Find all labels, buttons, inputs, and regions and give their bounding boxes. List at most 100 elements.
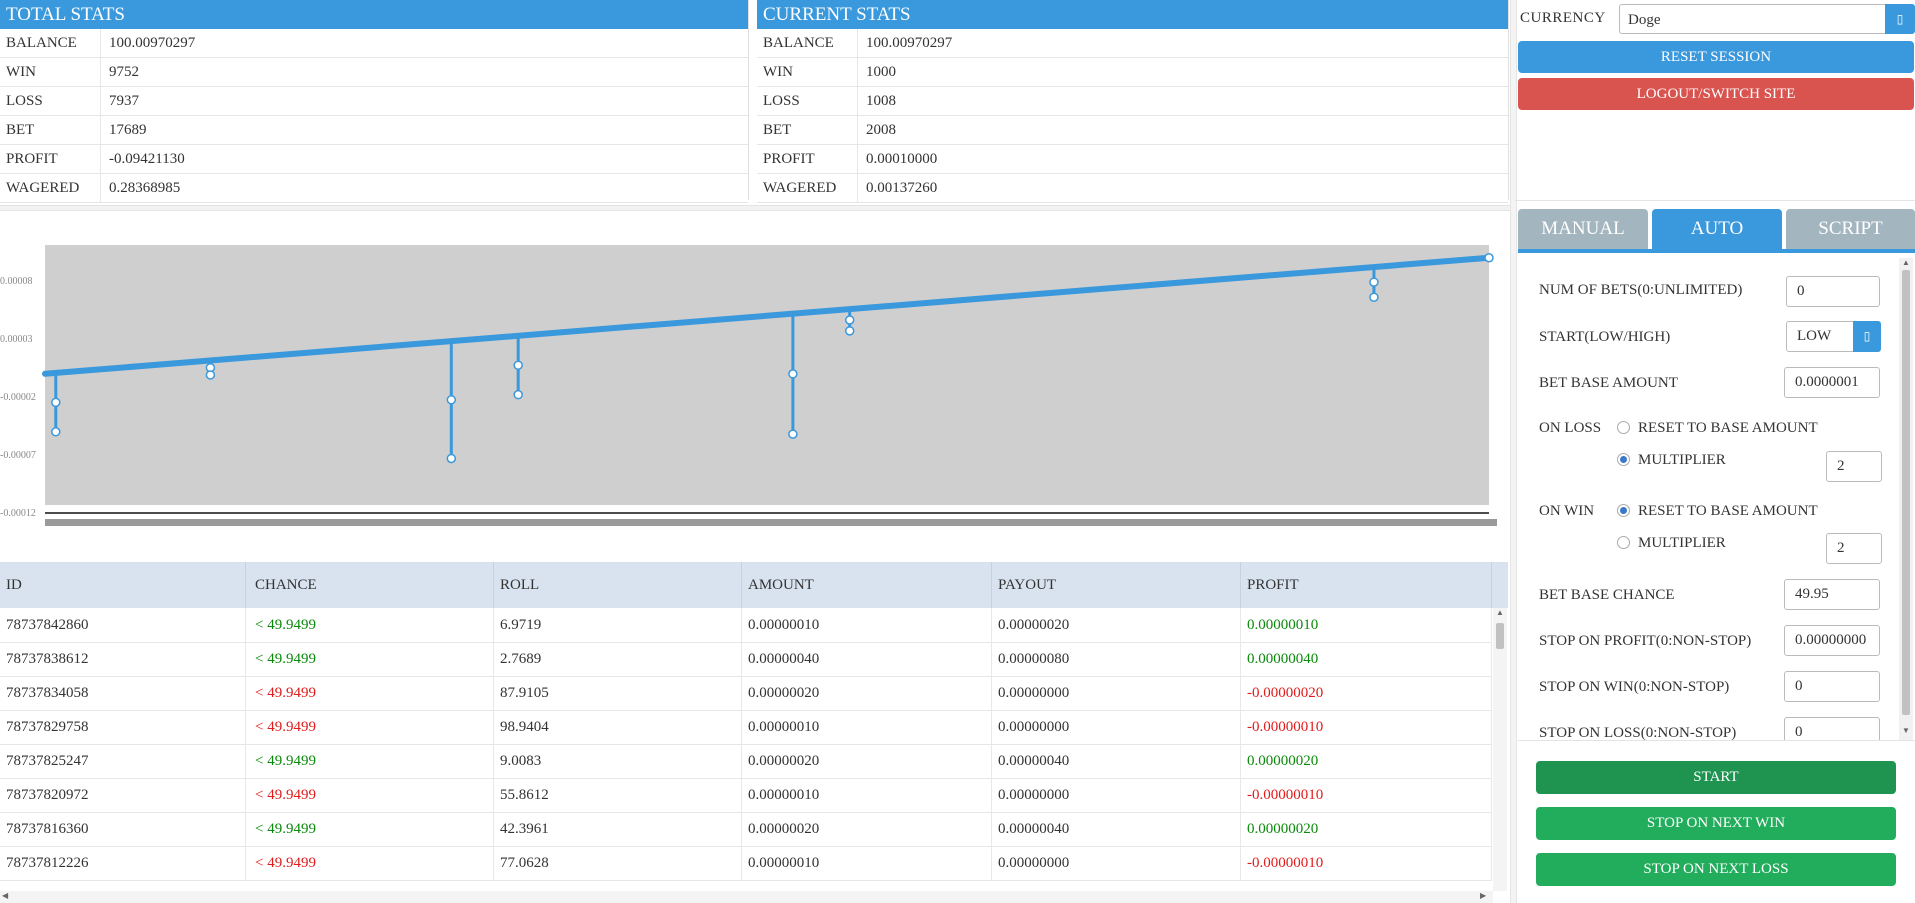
square-icon[interactable]: ▯ (1885, 4, 1915, 34)
base-amount-label: BET BASE AMOUNT (1539, 375, 1678, 391)
on-loss-multiplier-input[interactable]: 2 (1826, 451, 1882, 482)
chart-point (788, 429, 798, 439)
on-loss-reset-radio[interactable] (1617, 421, 1630, 434)
chart-point (844, 315, 855, 325)
on-win-reset-label[interactable]: RESET TO BASE AMOUNT (1638, 503, 1818, 520)
chart-point (205, 370, 216, 380)
stats-row-balance: BALANCE 100.00970297 (757, 29, 1508, 58)
header-chance[interactable]: CHANCE (246, 562, 494, 608)
cell-chance: < 49.9499 (246, 676, 494, 710)
cell-chance: < 49.9499 (246, 608, 494, 642)
total-stats-title: TOTAL STATS (0, 0, 748, 29)
stats-label: WIN (757, 58, 858, 86)
stats-row-profit: PROFIT -0.09421130 (0, 145, 748, 174)
on-win-multiplier-input[interactable]: 2 (1826, 533, 1882, 564)
horizontal-divider[interactable] (0, 205, 1510, 211)
stats-label: PROFIT (0, 145, 101, 173)
table-row[interactable]: 78737816360 < 49.9499 42.3961 0.00000020 0.0… (0, 812, 1492, 847)
profit-chart: 0.00008 0.00003 -0.00002 -0.00007 -0.00012 (0, 245, 1497, 526)
table-row[interactable]: 78737838612 < 49.9499 2.7689 0.00000040 0.00… (0, 642, 1492, 677)
bets-table-header: ID CHANCE ROLL AMOUNT PAYOUT PROFIT (0, 562, 1508, 608)
header-amount[interactable]: AMOUNT (742, 562, 992, 608)
stats-label: BALANCE (0, 29, 101, 57)
table-row[interactable]: 78737829758 < 49.9499 98.9404 0.00000010 0.0… (0, 710, 1492, 745)
currency-select[interactable]: Doge (1619, 4, 1889, 34)
num-bets-label: NUM OF BETS(0:UNLIMITED) (1539, 282, 1743, 298)
cell-roll: 6.9719 (494, 608, 742, 642)
auto-panel-scroll-thumb[interactable] (1902, 270, 1910, 715)
stats-value: 7937 (109, 93, 139, 109)
table-row[interactable]: 78737820972 < 49.9499 55.8612 0.00000010 0.0… (0, 778, 1492, 813)
stats-label: WAGERED (0, 174, 101, 202)
stop-on-next-win-button[interactable]: STOP ON NEXT WIN (1536, 807, 1896, 840)
stats-label: BET (757, 116, 858, 144)
start-select[interactable]: LOW (1786, 321, 1856, 352)
scroll-up-icon[interactable]: ▲ (1902, 258, 1910, 267)
header-roll[interactable]: ROLL (494, 562, 742, 608)
chart-plot-area (45, 245, 1489, 505)
table-row[interactable]: 78737834058 < 49.9499 87.9105 0.00000020 0.0… (0, 676, 1492, 711)
start-button[interactable]: START (1536, 761, 1896, 794)
scroll-right-icon[interactable]: ▶ (1480, 891, 1486, 900)
scroll-down-icon[interactable]: ▼ (1902, 726, 1910, 735)
cell-id: 78737829758 (0, 710, 246, 744)
header-profit[interactable]: PROFIT (1241, 562, 1492, 608)
stats-value: 17689 (109, 122, 147, 138)
stats-value: -0.09421130 (109, 151, 185, 167)
stop-loss-input[interactable]: 0 (1784, 717, 1880, 741)
logout-switch-site-button[interactable]: LOGOUT/SWITCH SITE (1518, 78, 1914, 110)
tab-manual[interactable]: MANUAL (1518, 209, 1648, 249)
scroll-up-icon[interactable]: ▲ (1496, 608, 1504, 617)
table-row[interactable]: 78737812226 < 49.9499 77.0628 0.00000010 0.0… (0, 846, 1492, 881)
stop-profit-input[interactable]: 0.00000000 (1784, 625, 1880, 656)
cell-id: 78737842860 (0, 608, 246, 642)
start-label: START(LOW/HIGH) (1539, 329, 1671, 345)
cell-chance: < 49.9499 (246, 846, 494, 880)
y-tick-label: 0.00003 (0, 334, 33, 345)
cell-roll: 87.9105 (494, 676, 742, 710)
cell-roll: 98.9404 (494, 710, 742, 744)
stats-row-loss: LOSS 7937 (0, 87, 748, 116)
stop-on-next-loss-button[interactable]: STOP ON NEXT LOSS (1536, 853, 1896, 886)
auto-panel-scrollbar[interactable]: ▲ ▼ (1899, 258, 1913, 740)
vertical-divider[interactable] (1510, 0, 1517, 903)
scroll-left-icon[interactable]: ◀ (2, 891, 8, 900)
cell-chance: < 49.9499 (246, 642, 494, 676)
total-stats-panel: TOTAL STATS BALANCE 100.00970297 WIN 9752 LO… (0, 0, 749, 203)
cell-chance: < 49.9499 (246, 744, 494, 778)
cell-chance: < 49.9499 (246, 778, 494, 812)
on-loss-reset-label[interactable]: RESET TO BASE AMOUNT (1638, 420, 1818, 437)
stats-row-win: WIN 9752 (0, 58, 748, 87)
table-horizontal-scrollbar[interactable]: ◀ ▶ (0, 891, 1493, 903)
base-amount-input[interactable]: 0.0000001 (1784, 367, 1880, 398)
cell-roll: 9.0083 (494, 744, 742, 778)
chart-point (513, 389, 523, 400)
square-icon[interactable]: ▯ (1853, 321, 1881, 352)
on-win-multiplier-label[interactable]: MULTIPLIER (1638, 535, 1726, 552)
current-stats-panel: CURRENT STATS BALANCE 100.00970297 WIN 1000… (757, 0, 1509, 203)
table-row[interactable]: 78737842860 < 49.9499 6.9719 0.00000010 0.00… (0, 608, 1492, 643)
stats-label: WIN (0, 58, 101, 86)
table-row[interactable]: 78737825247 < 49.9499 9.0083 0.00000020 0.00… (0, 744, 1492, 779)
on-win-multiplier-radio[interactable] (1617, 536, 1630, 549)
on-loss-multiplier-label[interactable]: MULTIPLIER (1638, 452, 1726, 469)
on-loss-multiplier-radio[interactable] (1617, 453, 1630, 466)
reset-session-button[interactable]: RESET SESSION (1518, 41, 1914, 73)
tab-auto[interactable]: AUTO (1652, 209, 1782, 249)
on-win-reset-radio[interactable] (1617, 504, 1630, 517)
stats-label: PROFIT (757, 145, 858, 173)
stop-win-input[interactable]: 0 (1784, 671, 1880, 702)
header-payout[interactable]: PAYOUT (992, 562, 1241, 608)
cell-id: 78737834058 (0, 676, 246, 710)
stats-value: 2008 (866, 122, 896, 138)
cell-payout: 0.00000040 (992, 812, 1241, 846)
header-id[interactable]: ID (0, 562, 246, 608)
stats-row-profit: PROFIT 0.00010000 (757, 145, 1508, 174)
cell-profit: 0.00000020 (1241, 744, 1492, 778)
num-bets-input[interactable]: 0 (1786, 276, 1880, 307)
table-vertical-scrollbar[interactable]: ▲ (1493, 608, 1507, 891)
stats-row-balance: BALANCE 100.00970297 (0, 29, 748, 58)
table-scroll-thumb[interactable] (1496, 623, 1504, 649)
base-chance-input[interactable]: 49.95 (1784, 579, 1880, 610)
tab-script[interactable]: SCRIPT (1786, 209, 1915, 249)
